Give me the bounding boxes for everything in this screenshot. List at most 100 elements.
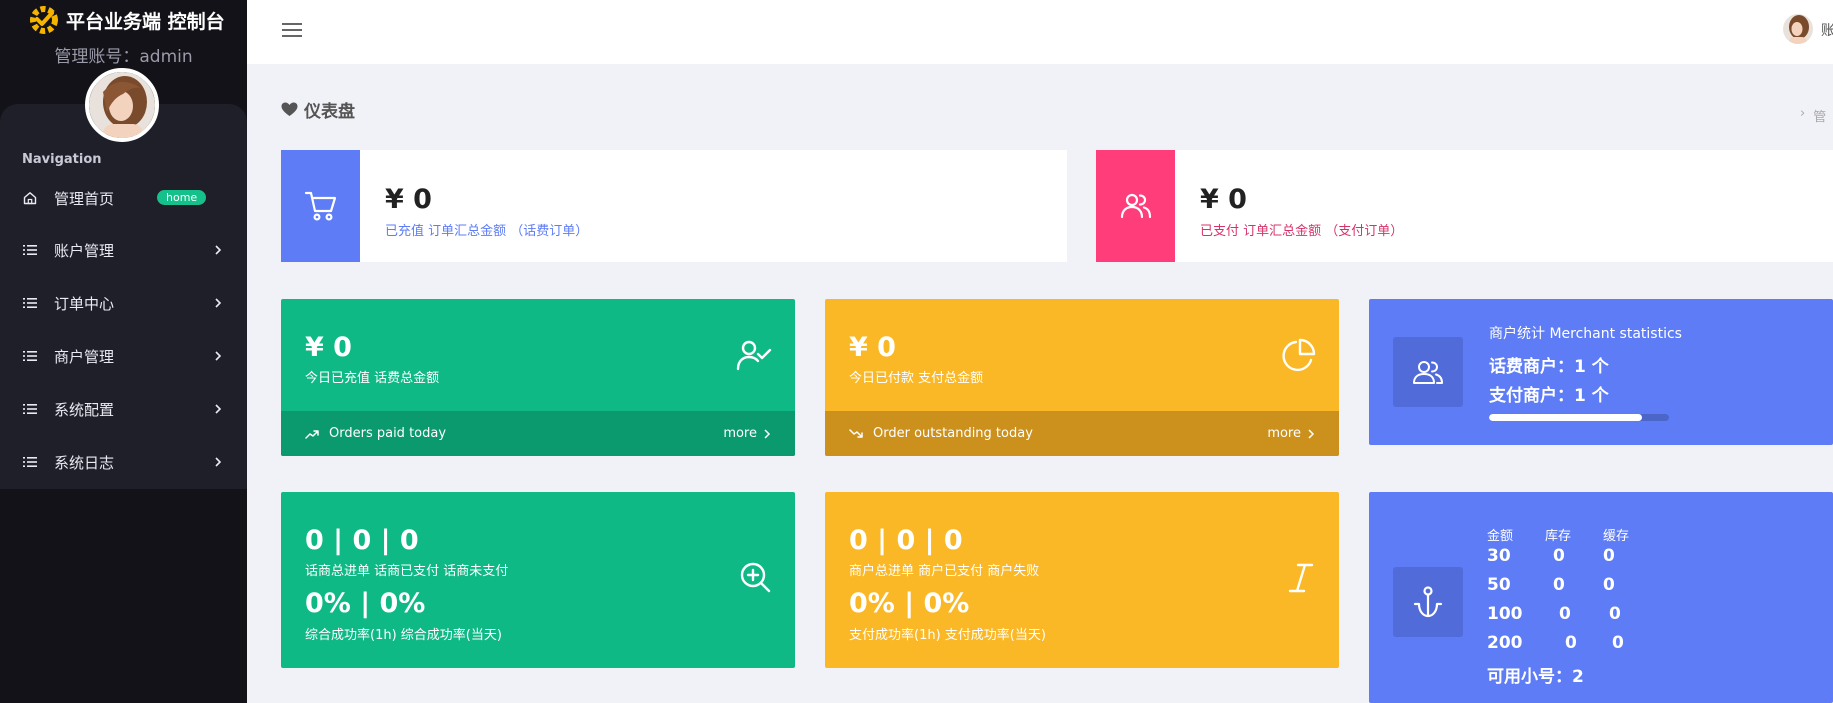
stock-icon-box bbox=[1393, 567, 1463, 637]
stock-cell: 50 bbox=[1487, 575, 1511, 595]
stock-cell: 0 bbox=[1565, 633, 1577, 653]
home-icon bbox=[22, 190, 38, 206]
payment-totals-card: 0 | 0 | 0 商户总进单 商户已支付 商户失败 0% | 0% 支付成功率… bbox=[825, 492, 1339, 668]
payment-merchant-count: 支付商户：1 个 bbox=[1489, 386, 1609, 406]
user-avatar[interactable] bbox=[1783, 14, 1813, 44]
sidebar-item-label: 管理首页 bbox=[54, 189, 115, 208]
user-name[interactable]: 账 bbox=[1821, 20, 1833, 40]
recharge-summary-card: ¥ 0 已充值 订单汇总金额 （话费订单） bbox=[281, 150, 1067, 262]
today-recharge-footer: Orders paid today more bbox=[281, 411, 795, 456]
brand[interactable]: 平台业务端 控制台 bbox=[28, 4, 225, 36]
anchor-icon bbox=[1413, 586, 1443, 618]
sidebar-item-config[interactable]: 系统配置 bbox=[0, 389, 247, 429]
admin-account-label: 管理账号：admin bbox=[54, 47, 193, 67]
home-badge: home bbox=[157, 190, 207, 205]
huafei-order-counts: 0 | 0 | 0 bbox=[305, 525, 419, 556]
list-icon bbox=[22, 401, 38, 417]
stock-cell: 0 bbox=[1553, 575, 1565, 595]
stock-header-cache: 缓存 bbox=[1603, 529, 1630, 544]
merchant-stats-title: 商户统计 Merchant statistics bbox=[1489, 326, 1682, 342]
merchant-icon-box bbox=[1393, 337, 1463, 407]
avatar-image bbox=[89, 72, 155, 138]
merchant-progress-fill bbox=[1489, 414, 1642, 421]
user-check-icon bbox=[736, 340, 772, 371]
avatar-image bbox=[1783, 14, 1813, 44]
stock-cell: 0 bbox=[1609, 604, 1621, 624]
summary-label: 已支付 订单汇总金额 （支付订单） bbox=[1200, 224, 1404, 239]
pie-chart-icon bbox=[1282, 338, 1316, 372]
cart-icon bbox=[304, 191, 336, 221]
stock-cell: 0 bbox=[1559, 604, 1571, 624]
breadcrumb-item[interactable]: 管 bbox=[1813, 106, 1826, 125]
list-icon bbox=[22, 454, 38, 470]
merchant-stats-card: 商户统计 Merchant statistics 话费商户：1 个 支付商户：1… bbox=[1369, 299, 1833, 445]
huafei-rate-labels: 综合成功率(1h) 综合成功率(当天) bbox=[305, 628, 502, 643]
sidebar: 平台业务端 控制台 管理账号：admin Navigation 管理首页 hom… bbox=[0, 0, 247, 703]
more-label: more bbox=[1267, 426, 1301, 441]
available-accounts: 可用小号：2 bbox=[1487, 667, 1584, 687]
trending-down-icon bbox=[849, 428, 863, 438]
more-link[interactable]: more bbox=[723, 426, 771, 441]
summary-label: 已充值 订单汇总金额 （话费订单） bbox=[385, 224, 589, 239]
chevron-right-icon bbox=[215, 457, 222, 467]
summary-icon-box bbox=[1096, 150, 1175, 262]
payment-success-rates: 0% | 0% bbox=[849, 588, 970, 619]
chevron-right-icon bbox=[1308, 428, 1315, 439]
footer-label: Order outstanding today bbox=[873, 426, 1033, 441]
payment-summary-card: ¥ 0 已支付 订单汇总金额 （支付订单） bbox=[1096, 150, 1833, 262]
menu-toggle-icon[interactable] bbox=[282, 22, 302, 38]
stock-header-inventory: 库存 bbox=[1545, 529, 1572, 544]
list-icon bbox=[22, 242, 38, 258]
avatar[interactable] bbox=[85, 68, 159, 142]
users-icon bbox=[1120, 193, 1151, 219]
italic-icon bbox=[1288, 563, 1314, 593]
more-label: more bbox=[723, 426, 757, 441]
stock-cell: 0 bbox=[1603, 546, 1615, 566]
stock-cell: 200 bbox=[1487, 633, 1523, 653]
sidebar-item-logs[interactable]: 系统日志 bbox=[0, 442, 247, 482]
more-link[interactable]: more bbox=[1267, 426, 1315, 441]
today-payment-value: ¥ 0 bbox=[849, 332, 896, 363]
today-payment-card: ¥ 0 今日已付款 支付总金额 Order outstanding today … bbox=[825, 299, 1339, 456]
today-recharge-card: ¥ 0 今日已充值 话费总金额 Orders paid today more bbox=[281, 299, 795, 456]
topbar: 账 bbox=[247, 0, 1833, 64]
payment-rate-labels: 支付成功率(1h) 支付成功率(当天) bbox=[849, 628, 1046, 643]
payment-order-counts: 0 | 0 | 0 bbox=[849, 525, 963, 556]
huafei-totals-card: 0 | 0 | 0 话商总进单 话商已支付 话商未支付 0% | 0% 综合成功… bbox=[281, 492, 795, 668]
trending-up-icon bbox=[305, 429, 319, 439]
sidebar-item-merchants[interactable]: 商户管理 bbox=[0, 336, 247, 376]
today-recharge-label: 今日已充值 话费总金额 bbox=[305, 371, 440, 386]
huafei-merchant-count: 话费商户：1 个 bbox=[1489, 357, 1609, 377]
zoom-in-icon bbox=[740, 562, 771, 593]
stock-header-amount: 金额 bbox=[1487, 529, 1514, 544]
summary-icon-box bbox=[281, 150, 360, 262]
merchant-progress-bar bbox=[1489, 414, 1669, 421]
sidebar-item-orders[interactable]: 订单中心 bbox=[0, 283, 247, 323]
stock-card: 金额 库存 缓存 30 0 0 50 0 0 100 0 0 200 0 0 可… bbox=[1369, 492, 1833, 703]
stock-cell: 100 bbox=[1487, 604, 1523, 624]
huafei-order-labels: 话商总进单 话商已支付 话商未支付 bbox=[305, 564, 509, 579]
page-title: 仪表盘 bbox=[281, 97, 355, 122]
chevron-right-icon bbox=[215, 298, 222, 308]
sidebar-item-home[interactable]: 管理首页 home bbox=[0, 178, 247, 218]
huafei-success-rates: 0% | 0% bbox=[305, 588, 426, 619]
summary-value: ¥ 0 bbox=[1200, 184, 1247, 215]
stock-cell: 0 bbox=[1612, 633, 1624, 653]
page-title-text: 仪表盘 bbox=[304, 102, 355, 122]
list-icon bbox=[22, 295, 38, 311]
sidebar-item-accounts[interactable]: 账户管理 bbox=[0, 230, 247, 270]
payment-order-labels: 商户总进单 商户已支付 商户失败 bbox=[849, 564, 1040, 579]
heart-icon bbox=[281, 102, 298, 116]
breadcrumb-separator-icon: › bbox=[1800, 106, 1806, 121]
summary-value: ¥ 0 bbox=[385, 184, 432, 215]
chevron-right-icon bbox=[764, 428, 771, 439]
stock-cell: 0 bbox=[1603, 575, 1615, 595]
stock-cell: 0 bbox=[1553, 546, 1565, 566]
chevron-right-icon bbox=[215, 404, 222, 414]
chevron-right-icon bbox=[215, 351, 222, 361]
today-recharge-value: ¥ 0 bbox=[305, 332, 352, 363]
nav-title: Navigation bbox=[22, 152, 102, 167]
list-icon bbox=[22, 348, 38, 364]
users-icon bbox=[1413, 361, 1443, 384]
today-payment-label: 今日已付款 支付总金额 bbox=[849, 371, 984, 386]
